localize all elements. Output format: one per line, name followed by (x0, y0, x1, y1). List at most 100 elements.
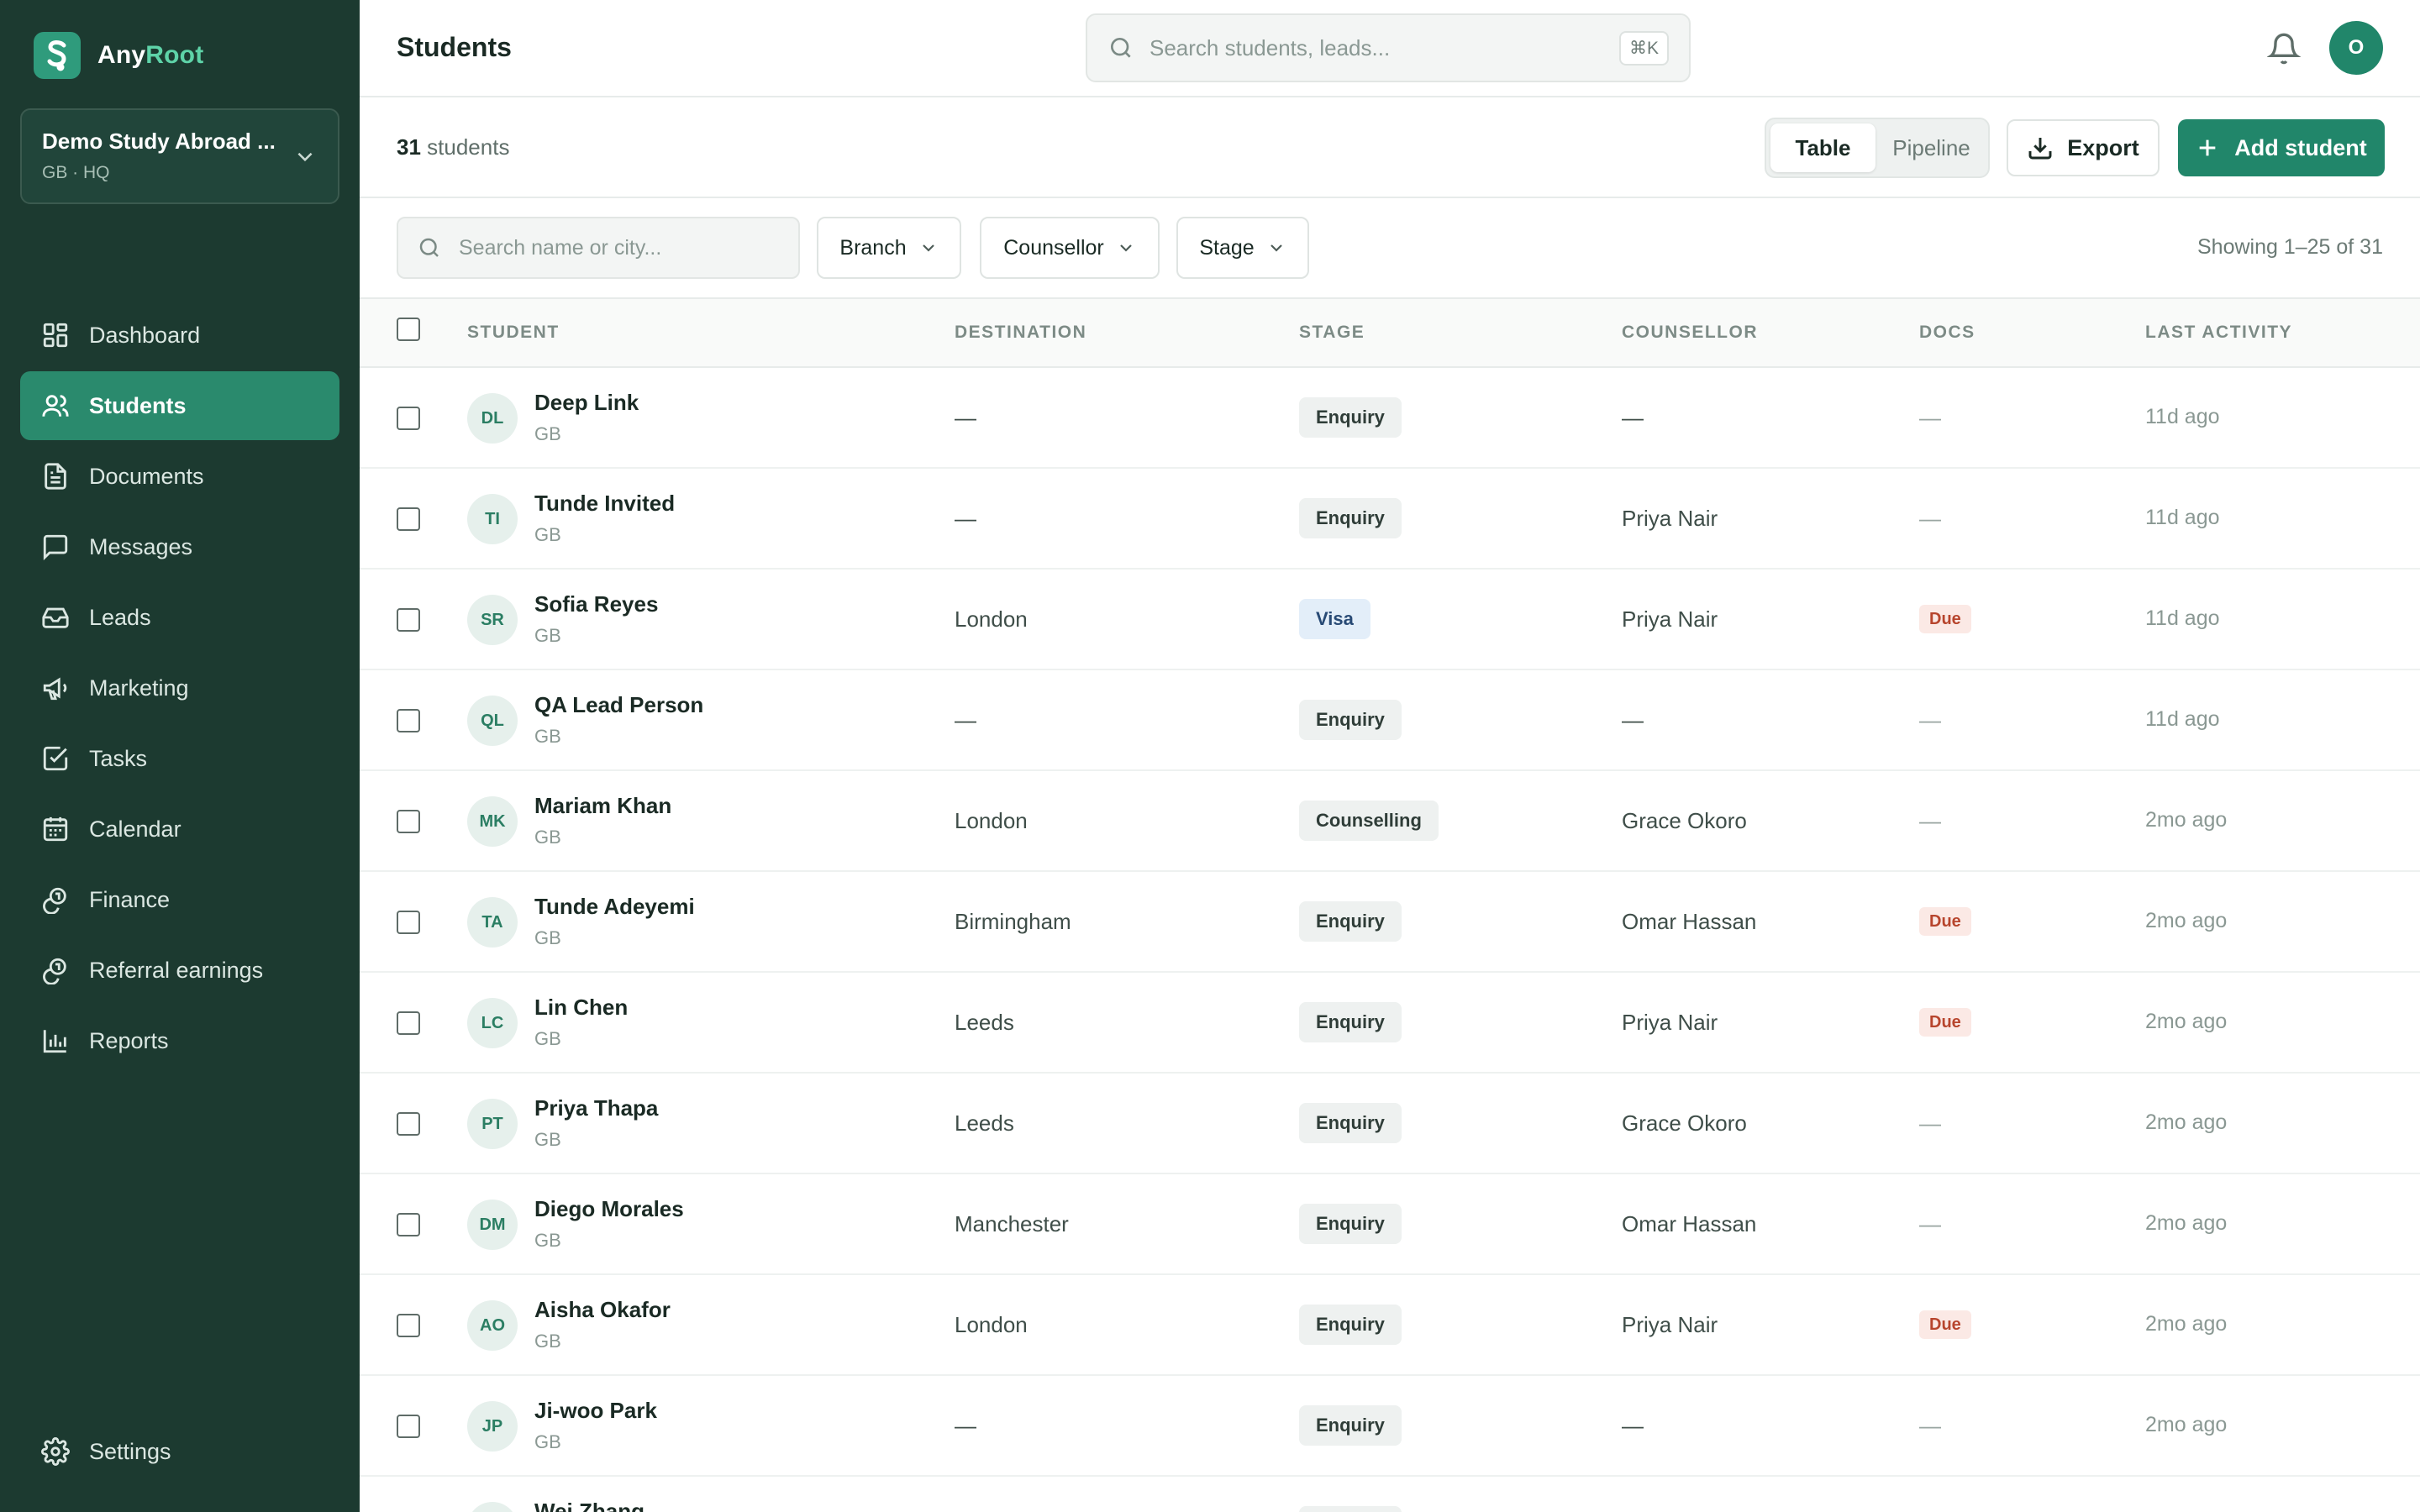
destination-cell: Leeds (955, 1110, 1014, 1136)
table-row[interactable]: QL QA Lead Person GB — Enquiry — — 11d ago (360, 670, 2420, 771)
sidebar-item-dashboard[interactable]: Dashboard (20, 301, 339, 370)
destination-cell: Leeds (955, 1010, 1014, 1035)
row-checkbox[interactable] (397, 608, 420, 632)
sidebar-item-label: Reports (89, 1027, 169, 1053)
column-student[interactable]: STUDENT (467, 323, 560, 343)
table-row[interactable]: TI Tunde Invited GB — Enquiry Priya Nair — 11d … (360, 469, 2420, 570)
export-button[interactable]: Export (2007, 119, 2160, 176)
row-checkbox[interactable] (397, 1314, 420, 1337)
sidebar-nav: Dashboard Students Documents Messages Le… (20, 301, 339, 1077)
column-destination[interactable]: DESTINATION (955, 323, 1086, 343)
last-activity: 11d ago (2145, 606, 2220, 630)
last-activity: 2mo ago (2145, 1110, 2228, 1134)
docs-status: — (1919, 707, 1941, 732)
docs-status: — (1919, 405, 1941, 430)
student-country: GB (534, 1028, 561, 1049)
student-avatar: MK (467, 796, 518, 847)
last-activity: 11d ago (2145, 506, 2220, 529)
user-avatar[interactable]: O (2329, 21, 2383, 75)
global-search-input[interactable] (1150, 34, 1619, 61)
row-checkbox[interactable] (397, 407, 420, 430)
student-country: GB (534, 726, 561, 747)
table-row[interactable]: WZ Wei Zhang Enquiry (360, 1477, 2420, 1512)
student-name[interactable]: Tunde Adeyemi (534, 894, 695, 920)
column-stage[interactable]: STAGE (1299, 323, 1365, 343)
counsellor-filter[interactable]: Counsellor (980, 217, 1160, 279)
row-checkbox[interactable] (397, 1213, 420, 1236)
sidebar-item-label: Students (89, 392, 187, 418)
destination-cell: Birmingham (955, 909, 1071, 934)
brand[interactable]: AnyRoot (34, 32, 203, 79)
last-activity: 11d ago (2145, 405, 2220, 428)
row-checkbox[interactable] (397, 810, 420, 833)
org-name: Demo Study Abroad ... (42, 129, 276, 154)
add-student-button[interactable]: Add student (2178, 119, 2385, 176)
table-row[interactable]: PT Priya Thapa GB Leeds Enquiry Grace Okoro — 2… (360, 1074, 2420, 1174)
student-name[interactable]: Sofia Reyes (534, 591, 658, 617)
table-row[interactable]: LC Lin Chen GB Leeds Enquiry Priya Nair Due 2mo… (360, 973, 2420, 1074)
student-avatar: AO (467, 1300, 518, 1351)
sidebar-item-finance[interactable]: Finance (20, 865, 339, 934)
stage-badge: Enquiry (1299, 1103, 1402, 1143)
student-name[interactable]: Deep Link (534, 390, 639, 416)
student-name[interactable]: Ji-woo Park (534, 1398, 657, 1424)
select-all-checkbox[interactable] (397, 318, 420, 341)
notifications-button[interactable] (2266, 32, 2302, 70)
table-row[interactable]: MK Mariam Khan GB London Counselling Grace Ok… (360, 771, 2420, 872)
toolbar: 31 students Table Pipeline Export Add st… (360, 97, 2420, 198)
sidebar-item-documents[interactable]: Documents (20, 442, 339, 511)
sidebar-item-settings[interactable]: Settings (20, 1417, 339, 1486)
student-name[interactable]: Lin Chen (534, 995, 628, 1021)
table-row[interactable]: JP Ji-woo Park GB — Enquiry — — 2mo ago (360, 1376, 2420, 1477)
row-checkbox[interactable] (397, 1415, 420, 1438)
search-icon (1111, 38, 1131, 58)
stage-filter[interactable]: Stage (1176, 217, 1309, 279)
student-name[interactable]: Priya Thapa (534, 1095, 658, 1121)
sidebar-item-students[interactable]: Students (20, 371, 339, 440)
student-avatar: QL (467, 696, 518, 746)
docs-status: — (1919, 1211, 1941, 1236)
student-name[interactable]: Aisha Okafor (534, 1297, 671, 1323)
row-checkbox[interactable] (397, 1112, 420, 1136)
column-counsellor[interactable]: COUNSELLOR (1622, 323, 1758, 343)
table-row[interactable]: SR Sofia Reyes GB London Visa Priya Nair Due 11… (360, 570, 2420, 670)
tab-pipeline[interactable]: Pipeline (1879, 123, 1984, 172)
sidebar-item-marketing[interactable]: Marketing (20, 654, 339, 722)
megaphone-icon (40, 673, 71, 703)
global-search[interactable]: ⌘K (1086, 13, 1691, 82)
table-row[interactable]: DL Deep Link GB — Enquiry — — 11d ago (360, 368, 2420, 469)
table-row[interactable]: TA Tunde Adeyemi GB Birmingham Enquiry Omar H… (360, 872, 2420, 973)
row-checkbox[interactable] (397, 1011, 420, 1035)
filter-search-input[interactable] (459, 235, 780, 260)
counsellor-cell: Omar Hassan (1622, 909, 1757, 934)
sidebar-item-leads[interactable]: Leads (20, 583, 339, 652)
destination-cell: London (955, 808, 1028, 833)
row-checkbox[interactable] (397, 709, 420, 732)
student-name[interactable]: Mariam Khan (534, 793, 671, 819)
sidebar-item-label: Calendar (89, 816, 182, 842)
column-last-activity[interactable]: LAST ACTIVITY (2145, 323, 2292, 343)
column-docs[interactable]: DOCS (1919, 323, 1975, 343)
student-name[interactable]: Wei Zhang (534, 1499, 644, 1512)
filter-search[interactable] (397, 217, 800, 279)
sidebar-item-reports[interactable]: Reports (20, 1006, 339, 1075)
student-avatar: JP (467, 1401, 518, 1452)
stage-badge: Enquiry (1299, 498, 1402, 538)
row-checkbox[interactable] (397, 507, 420, 531)
chevron-down-icon (297, 152, 313, 162)
chevron-down-icon (1270, 244, 1282, 252)
student-name[interactable]: Diego Morales (534, 1196, 684, 1222)
student-name[interactable]: QA Lead Person (534, 692, 703, 718)
student-name[interactable]: Tunde Invited (534, 491, 675, 517)
table-row[interactable]: DM Diego Morales GB Manchester Enquiry Omar H… (360, 1174, 2420, 1275)
sidebar-item-messages[interactable]: Messages (20, 512, 339, 581)
student-country: GB (534, 524, 561, 545)
org-switcher[interactable]: Demo Study Abroad ... GB · HQ (20, 108, 339, 204)
sidebar-item-referral-earnings[interactable]: Referral earnings (20, 936, 339, 1005)
tab-table[interactable]: Table (1770, 123, 1876, 172)
table-row[interactable]: AO Aisha Okafor GB London Enquiry Priya Nair D… (360, 1275, 2420, 1376)
branch-filter[interactable]: Branch (817, 217, 961, 279)
row-checkbox[interactable] (397, 911, 420, 934)
sidebar-item-calendar[interactable]: Calendar (20, 795, 339, 864)
sidebar-item-tasks[interactable]: Tasks (20, 724, 339, 793)
